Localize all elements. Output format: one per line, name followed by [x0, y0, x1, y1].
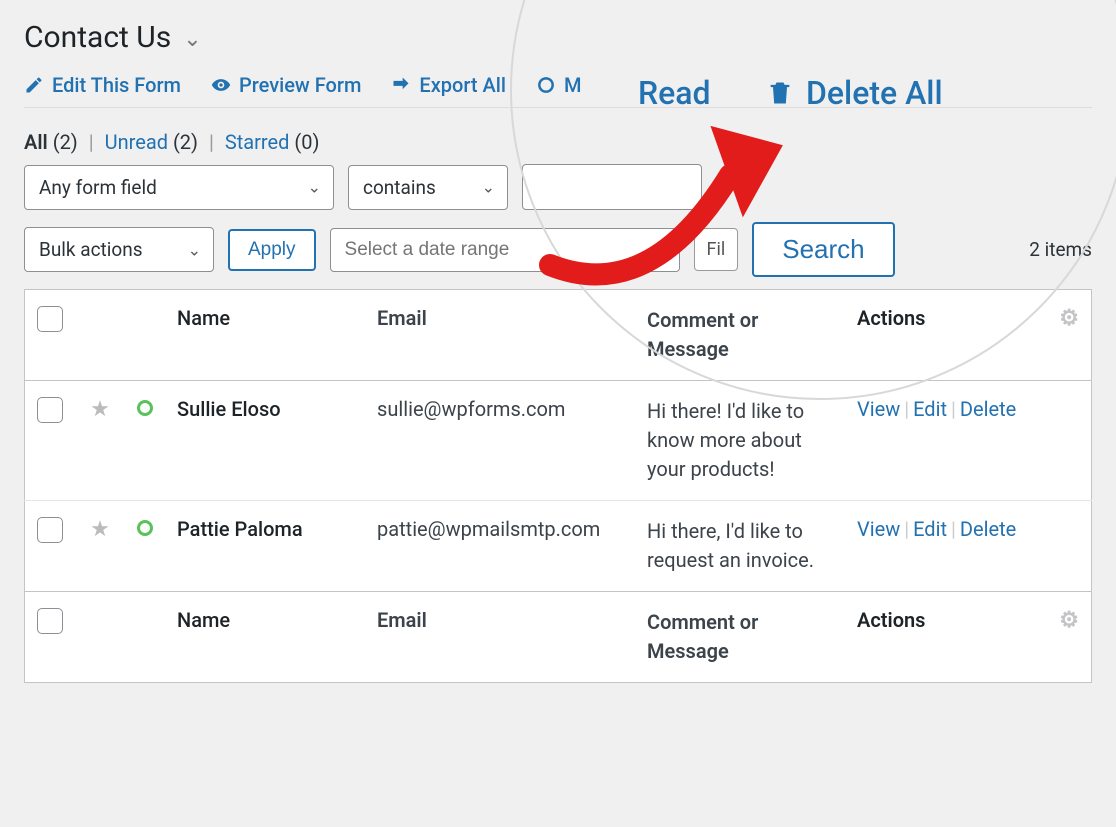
row-message: Hi there! I'd like to know more about yo…	[635, 381, 845, 501]
row-name: Pattie Paloma	[165, 501, 365, 592]
mark-read-label: Read	[638, 74, 711, 112]
col-actions: Actions	[857, 306, 925, 330]
row-actions: View|Edit|Delete	[845, 501, 1092, 592]
export-icon	[391, 75, 411, 95]
circle-icon	[536, 75, 556, 95]
date-range-input[interactable]	[330, 228, 680, 272]
filter-starred-link[interactable]: Starred	[225, 130, 290, 154]
export-all-link[interactable]: Export All	[391, 73, 506, 97]
search-button[interactable]: Search	[752, 222, 894, 277]
row-name: Sullie Eloso	[165, 381, 365, 501]
mark-read-link-partial[interactable]: M	[536, 73, 582, 97]
col-message[interactable]: Comment or Message	[635, 290, 845, 381]
star-icon[interactable]: ★	[90, 517, 110, 542]
mark-read-prefix: M	[564, 73, 582, 97]
row-email: sullie@wpforms.com	[365, 381, 635, 501]
delete-link[interactable]: Delete	[960, 517, 1016, 541]
title-dropdown-icon[interactable]: ⌄	[183, 27, 201, 52]
entries-table: Name Email Comment or Message Actions ⚙ …	[24, 289, 1092, 683]
unread-dot-icon[interactable]	[137, 520, 153, 536]
preview-form-link[interactable]: Preview Form	[211, 73, 361, 97]
table-row: ★ Sullie Elososullie@wpforms.comHi there!…	[25, 381, 1092, 501]
page-title: Contact Us	[24, 20, 171, 55]
export-all-label: Export All	[419, 73, 506, 97]
col-name[interactable]: Name	[165, 290, 365, 381]
edit-form-link[interactable]: Edit This Form	[24, 73, 181, 97]
filter-value-input[interactable]	[522, 164, 702, 210]
match-select[interactable]: contains ⌄	[348, 165, 508, 210]
view-link[interactable]: View	[857, 397, 900, 421]
eye-icon	[211, 75, 231, 95]
delete-all-label: Delete All	[806, 74, 943, 112]
edit-link[interactable]: Edit	[913, 517, 947, 541]
status-filters: All (2) | Unread (2) | Starred (0)	[24, 130, 1092, 154]
match-select-value: contains	[363, 176, 436, 199]
col-actions-footer: Actions	[857, 608, 925, 632]
filter-unread-count: (2)	[173, 130, 198, 154]
unread-dot-icon[interactable]	[137, 400, 153, 416]
row-email: pattie@wpmailsmtp.com	[365, 501, 635, 592]
trash-icon	[766, 79, 794, 107]
chevron-down-icon: ⌄	[308, 178, 321, 197]
pencil-icon	[24, 75, 44, 95]
page-title-row: Contact Us ⌄	[24, 20, 1092, 55]
chevron-down-icon: ⌄	[188, 240, 201, 259]
delete-link[interactable]: Delete	[960, 397, 1016, 421]
preview-form-label: Preview Form	[239, 73, 361, 97]
select-all-checkbox[interactable]	[37, 306, 63, 332]
bulk-search-row: Bulk actions ⌄ Apply Fil Search 2 items	[24, 222, 1092, 277]
mark-read-highlight[interactable]: Read	[638, 74, 711, 112]
row-actions: View|Edit|Delete	[845, 381, 1092, 501]
bulk-actions-select[interactable]: Bulk actions ⌄	[24, 227, 214, 272]
apply-button[interactable]: Apply	[228, 229, 316, 271]
field-filter-row: Any form field ⌄ contains ⌄	[24, 164, 1092, 210]
field-select-value: Any form field	[39, 176, 157, 199]
filter-all-count: (2)	[53, 130, 78, 154]
view-link[interactable]: View	[857, 517, 900, 541]
row-checkbox[interactable]	[37, 397, 63, 423]
table-row: ★ Pattie Palomapattie@wpmailsmtp.comHi th…	[25, 501, 1092, 592]
field-select[interactable]: Any form field ⌄	[24, 165, 334, 210]
col-email[interactable]: Email	[365, 290, 635, 381]
col-name-footer: Name	[165, 592, 365, 683]
edit-link[interactable]: Edit	[913, 397, 947, 421]
row-checkbox[interactable]	[37, 517, 63, 543]
row-message: Hi there, I'd like to request an invoice…	[635, 501, 845, 592]
bulk-select-value: Bulk actions	[39, 238, 143, 261]
separator: |	[209, 130, 214, 154]
items-count: 2 items	[1029, 238, 1092, 261]
select-all-checkbox-footer[interactable]	[37, 608, 63, 634]
separator: |	[89, 130, 94, 154]
filter-starred-count: (0)	[294, 130, 319, 154]
gear-icon[interactable]: ⚙	[1059, 608, 1079, 633]
filter-all-label[interactable]: All	[24, 130, 48, 154]
gear-icon[interactable]: ⚙	[1059, 306, 1079, 331]
filter-button[interactable]: Fil	[694, 228, 739, 271]
col-email-footer: Email	[365, 592, 635, 683]
col-message-footer: Comment or Message	[635, 592, 845, 683]
chevron-down-icon: ⌄	[482, 178, 495, 197]
edit-form-label: Edit This Form	[52, 73, 181, 97]
delete-all-link[interactable]: Delete All	[766, 74, 943, 112]
filter-unread-link[interactable]: Unread	[105, 130, 168, 154]
star-icon[interactable]: ★	[90, 397, 110, 422]
